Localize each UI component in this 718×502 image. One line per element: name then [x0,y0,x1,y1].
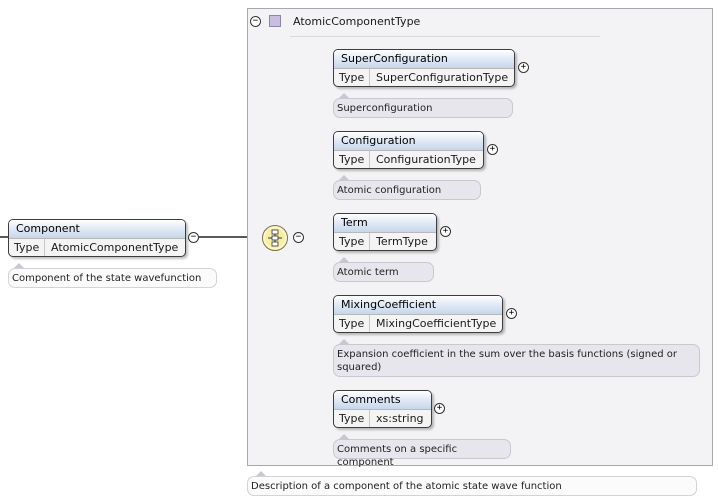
root-element-component[interactable]: Component Type AtomicComponentType [8,219,186,257]
type-label: Type [334,315,370,332]
element-name: Component [9,220,185,239]
type-label: Type [334,410,370,427]
type-collapse-toggle[interactable]: − [250,16,261,27]
configuration-expand-toggle[interactable]: + [487,144,498,155]
complex-type-name: AtomicComponentType [293,15,421,28]
type-label: Type [9,239,45,256]
type-value: MixingCoefficientType [376,317,497,330]
child-element-mixingcoefficient[interactable]: MixingCoefficient Type MixingCoefficient… [333,295,503,333]
type-value: SuperConfigurationType [376,71,509,84]
type-value: TermType [376,235,428,248]
child-element-comments[interactable]: Comments Type xs:string [333,390,432,428]
square-type-icon [269,15,281,27]
type-label: Type [334,233,370,250]
type-title-divider [290,36,600,37]
complex-type-doc: Description of a component of the atomic… [247,476,697,496]
child-element-term[interactable]: Term Type TermType [333,213,437,251]
type-value: xs:string [376,412,424,425]
root-collapse-toggle[interactable]: − [188,232,199,243]
element-name: Comments [334,391,431,410]
comments-doc: Comments on a specific component [333,439,511,468]
element-name: Term [334,214,436,233]
superconfiguration-expand-toggle[interactable]: + [518,62,529,73]
type-label: Type [334,69,370,86]
type-label: Type [334,151,370,168]
comments-expand-toggle[interactable]: + [434,403,445,414]
configuration-doc: Atomic configuration [333,180,481,200]
term-expand-toggle[interactable]: + [440,226,451,237]
element-name: MixingCoefficient [334,296,502,315]
child-element-superconfiguration[interactable]: SuperConfiguration Type SuperConfigurati… [333,49,515,87]
sequence-compositor-icon[interactable] [262,225,288,251]
sequence-collapse-toggle[interactable]: − [293,232,304,243]
root-element-doc: Component of the state wavefunction [8,268,217,288]
type-value: AtomicComponentType [51,241,179,254]
type-value: ConfigurationType [376,153,476,166]
element-name: Configuration [334,132,483,151]
child-element-configuration[interactable]: Configuration Type ConfigurationType [333,131,484,169]
element-name: SuperConfiguration [334,50,514,69]
term-doc: Atomic term [333,262,434,282]
mixingcoefficient-expand-toggle[interactable]: + [506,308,517,319]
mixingcoefficient-doc: Expansion coefficient in the sum over th… [333,344,700,377]
superconfiguration-doc: Superconfiguration [333,98,513,118]
